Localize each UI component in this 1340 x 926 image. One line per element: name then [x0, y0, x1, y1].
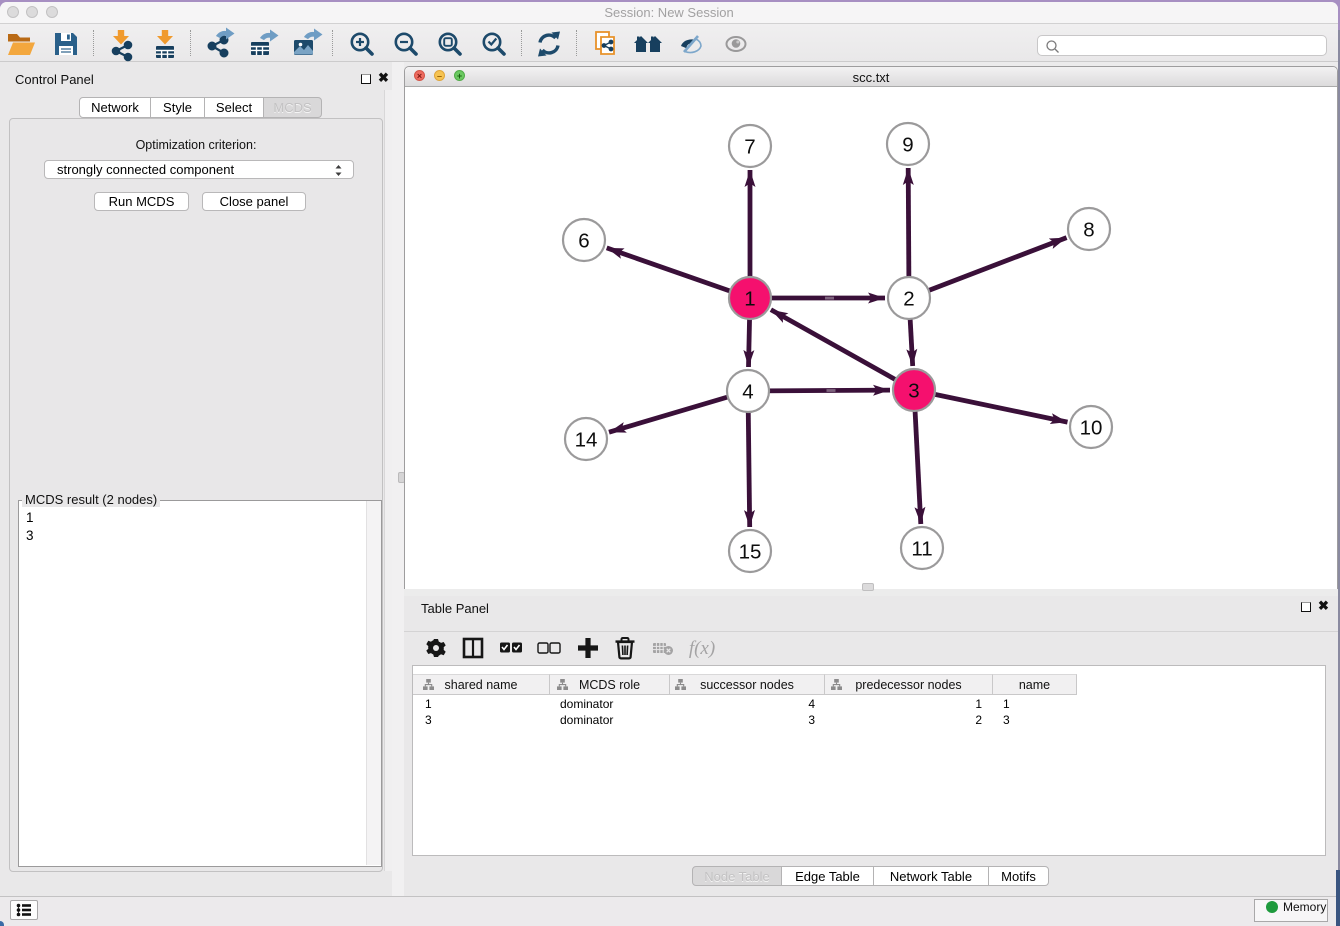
svg-text:14: 14 [575, 429, 598, 452]
svg-text:1: 1 [744, 288, 755, 311]
svg-text:3: 3 [908, 380, 919, 403]
svg-text:7: 7 [744, 136, 755, 159]
svg-text:15: 15 [739, 541, 762, 564]
svg-text:11: 11 [911, 538, 932, 561]
svg-text:8: 8 [1083, 219, 1094, 242]
svg-text:10: 10 [1080, 417, 1103, 440]
svg-text:6: 6 [578, 230, 589, 253]
svg-text:9: 9 [902, 134, 913, 157]
svg-text:4: 4 [742, 381, 753, 404]
svg-text:f(x): f(x) [689, 638, 715, 659]
svg-text:2: 2 [903, 288, 914, 311]
